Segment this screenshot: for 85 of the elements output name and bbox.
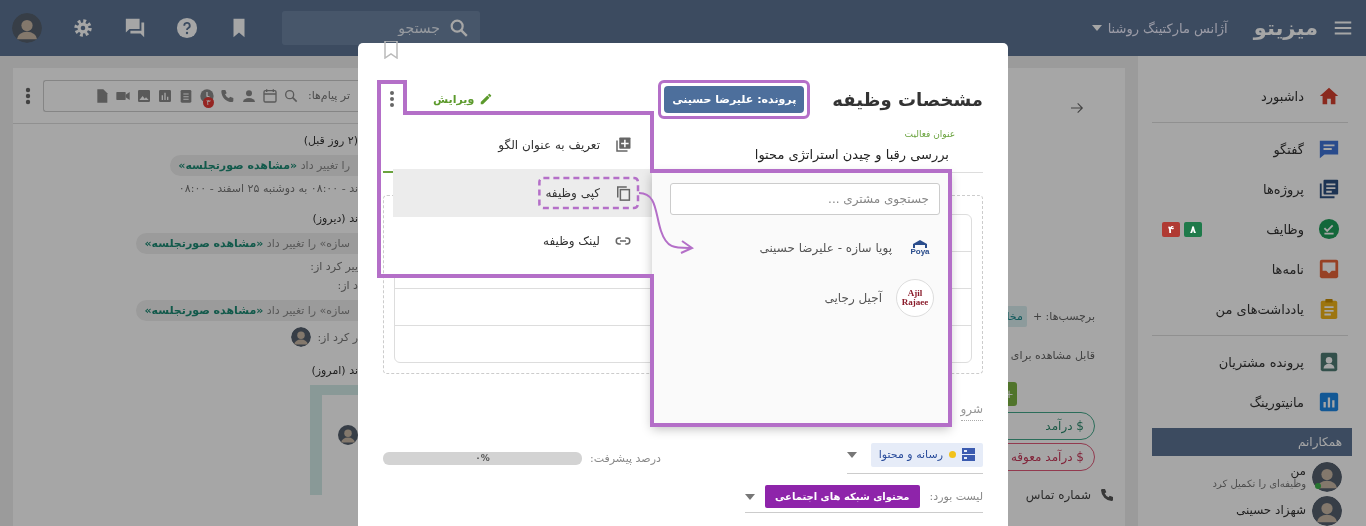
avatar[interactable] xyxy=(12,13,42,43)
phone-icon xyxy=(1099,487,1115,503)
roof-icon xyxy=(913,240,927,248)
person-name: من xyxy=(1290,463,1306,478)
caret-icon[interactable] xyxy=(846,451,857,458)
date-label: ند (دیروز) xyxy=(312,212,358,225)
customer-logo: Poya xyxy=(906,234,934,262)
visibility-label: قابل مشاهده برای xyxy=(1010,349,1095,362)
nav-item[interactable]: داشبورد xyxy=(1152,76,1348,116)
clipboard-icon xyxy=(1318,298,1340,320)
search-icon[interactable] xyxy=(283,87,299,104)
board-icon xyxy=(962,448,975,461)
bar-chart-icon xyxy=(1318,391,1340,413)
clipboard-icon[interactable] xyxy=(178,87,194,104)
tags-label: برچسب‌ها: + xyxy=(1032,310,1095,323)
edit-button[interactable]: ویرایش xyxy=(433,92,494,106)
nav-item[interactable]: مانیتورینگ xyxy=(1152,382,1348,422)
nav-item[interactable]: گفتگو xyxy=(1152,129,1348,169)
activity-message: ییر کرد از: xyxy=(310,260,358,273)
caret-icon[interactable] xyxy=(745,493,755,500)
bar-chart-icon[interactable] xyxy=(157,87,173,104)
chat-icon xyxy=(1318,138,1340,160)
start-label: شرو xyxy=(960,402,983,421)
curved-arrow xyxy=(638,192,694,254)
copy-icon xyxy=(614,184,632,202)
nav-item[interactable]: یادداشت‌های من xyxy=(1152,289,1348,329)
caret-icon xyxy=(1091,25,1102,31)
nav-item[interactable]: پرونده مشتریان xyxy=(1152,342,1348,382)
menu-item[interactable]: کپی وظیفه xyxy=(393,169,652,217)
inbox-icon xyxy=(1318,258,1340,280)
contact-icon xyxy=(1318,351,1340,373)
nav-item[interactable]: وظایف ۸ ۴ xyxy=(1152,209,1348,249)
field-value: بررسی رقبا و چیدن استراتژی محتوا xyxy=(754,147,949,162)
count-badge: ۸ xyxy=(1184,221,1203,237)
help-icon[interactable] xyxy=(176,17,198,39)
bookmark-icon[interactable] xyxy=(383,41,399,59)
progress-value: ۰% xyxy=(475,453,490,463)
date-label: ند (امروز) xyxy=(311,364,358,377)
search-field[interactable]: جستجو xyxy=(282,11,480,45)
field-label: عنوان فعالیت xyxy=(904,129,955,139)
date-label: (۲ روز قبل) xyxy=(303,134,358,147)
notification-badge: ۳ xyxy=(203,96,214,108)
search-icon xyxy=(448,17,470,39)
activity-message: را تغییر داد «مشاهده صورتجلسه» xyxy=(170,155,358,176)
chat-icon[interactable] xyxy=(124,17,146,39)
dialog-title: مشخصات وظیفه xyxy=(832,88,983,110)
activity-message: سازه» را تغییر داد «مشاهده صورتجلسه» xyxy=(136,300,358,321)
avatar[interactable] xyxy=(1312,462,1342,492)
document-icon xyxy=(1318,178,1340,200)
person-icon[interactable] xyxy=(241,87,257,104)
activity-message: ر کرد از: xyxy=(317,330,358,344)
home-icon xyxy=(1318,85,1340,107)
avatar xyxy=(338,425,358,445)
progress-label: درصد پیشرفت: xyxy=(590,451,661,465)
activity-message: سازه» را تغییر داد «مشاهده صورتجلسه» xyxy=(136,233,358,254)
phone-icon[interactable] xyxy=(220,87,236,104)
owner-button[interactable]: پرونده: علیرضا حسینی xyxy=(664,85,805,113)
arrow-right-icon[interactable] xyxy=(1069,100,1085,116)
board-list-chip[interactable]: محتوای شبکه های اجتماعی xyxy=(765,485,920,508)
section-header: همکارانم xyxy=(1152,428,1352,456)
phone-label: شماره تماس xyxy=(1025,488,1091,502)
nav-item[interactable]: نامه‌ها xyxy=(1152,249,1348,289)
board-chip[interactable]: رسانه و محتوا xyxy=(870,442,983,467)
board-list-label: لیست بورد: xyxy=(929,490,983,503)
pencil-icon xyxy=(479,92,494,106)
activity-message: ند - ۰۸:۰۰ به دوشنبه ۲۵ اسفند - ۰۸:۰۰ xyxy=(178,182,358,195)
search-field[interactable]: جستجوی مشتری ... xyxy=(670,183,940,215)
person-name: شهزاد حسینی xyxy=(1235,503,1306,517)
filter-field[interactable]: تر پیام‌ها: xyxy=(304,88,352,103)
calendar-icon[interactable] xyxy=(262,87,278,104)
more-icon[interactable] xyxy=(25,86,31,105)
image-icon[interactable] xyxy=(136,87,152,104)
add-box-icon xyxy=(614,136,632,154)
file-icon[interactable] xyxy=(94,87,110,104)
nav-item[interactable]: پروژه‌ها xyxy=(1152,169,1348,209)
customer-logo: Ajil Rajaee xyxy=(896,279,934,317)
activity-message: د از: xyxy=(337,279,358,292)
more-icon[interactable] xyxy=(389,90,395,108)
count-badge: ۴ xyxy=(1162,221,1181,237)
brand-logo: میزیتو xyxy=(1253,16,1318,40)
settings-icon[interactable] xyxy=(72,17,94,39)
avatar[interactable] xyxy=(1312,496,1342,526)
person-activity: وظیفه‌ای را تکمیل کرد xyxy=(1212,477,1306,489)
avatar xyxy=(291,327,312,347)
check-circle-icon xyxy=(1318,218,1340,240)
